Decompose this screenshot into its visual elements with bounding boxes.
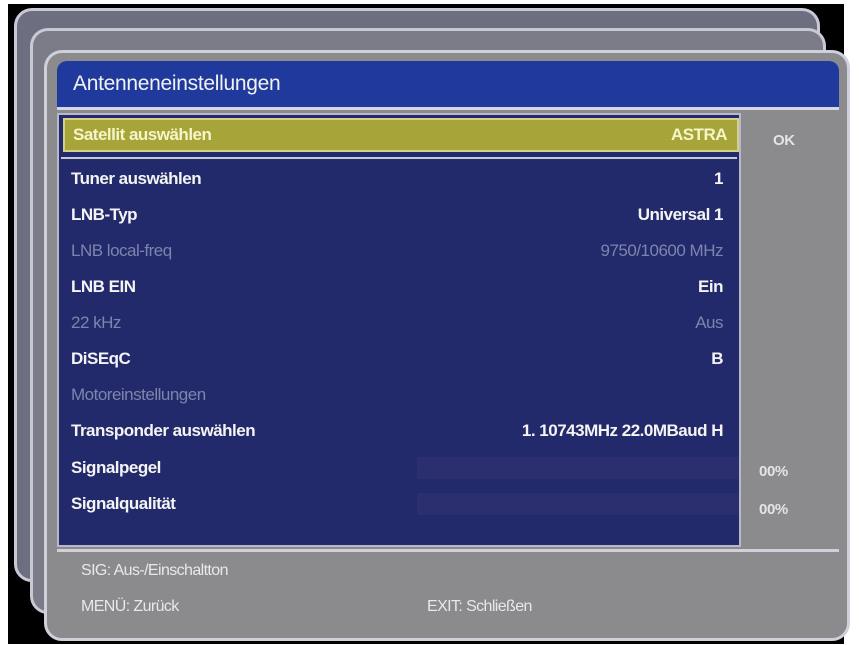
signal-level-label: Signalpegel — [71, 458, 161, 477]
row-value: 9750/10600 MHz — [600, 241, 724, 260]
row-label: Motoreinstellungen — [71, 385, 206, 404]
row-label: LNB local-freq — [71, 241, 172, 260]
row-label: LNB EIN — [71, 277, 136, 296]
title-bar: Antenneneinstellungen — [57, 61, 839, 110]
menu-row-lnb-power[interactable]: LNB EIN Ein — [69, 272, 729, 302]
menu-row-motor-settings: Motoreinstellungen — [69, 380, 729, 410]
dialog-title: Antenneneinstellungen — [73, 72, 281, 95]
antenna-settings-dialog: Antenneneinstellungen Satellit auswählen… — [44, 50, 850, 641]
row-label: 22 kHz — [71, 313, 121, 332]
ok-hint: OK — [773, 132, 795, 149]
menu-row-transponder[interactable]: Transponder auswählen 1. 10743MHz 22.0MB… — [69, 416, 729, 446]
signal-quality-row: Signalqualität — [69, 489, 739, 519]
menu-row-diseqc[interactable]: DiSEqC B — [69, 344, 729, 374]
signal-quality-label: Signalqualität — [71, 494, 176, 513]
row-label: Satellit auswählen — [73, 125, 212, 144]
row-value: B — [711, 349, 723, 368]
signal-quality-bar — [417, 493, 739, 515]
menu-row-lnb-local-freq: LNB local-freq 9750/10600 MHz — [69, 236, 729, 266]
row-value: Ein — [698, 277, 723, 296]
sig-hint: SIG: Aus-/Einschaltton — [81, 562, 228, 579]
row-value: 1 — [714, 169, 723, 188]
exit-hint: EXIT: Schließen — [427, 598, 532, 615]
menu-row-22khz: 22 kHz Aus — [69, 308, 729, 338]
menu-row-lnb-type[interactable]: LNB-Typ Universal 1 — [69, 200, 729, 230]
settings-list: Satellit auswählen ASTRA Tuner auswählen… — [57, 113, 741, 547]
signal-level-percent: 00% — [759, 463, 788, 480]
row-label: LNB-Typ — [71, 205, 138, 224]
row-value: Aus — [695, 313, 723, 332]
menu-back-hint: MENÜ: Zurück — [81, 598, 179, 615]
row-value: 1. 10743MHz 22.0MBaud H — [521, 421, 724, 440]
row-label: Transponder auswählen — [71, 421, 256, 440]
row-value: ASTRA — [670, 125, 728, 144]
row-value: Universal 1 — [637, 205, 724, 224]
menu-row-tuner[interactable]: Tuner auswählen 1 — [69, 164, 729, 194]
signal-level-row: Signalpegel — [69, 453, 739, 483]
help-footer: SIG: Aus-/Einschaltton MENÜ: Zurück EXIT… — [57, 549, 839, 632]
signal-quality-percent: 00% — [759, 501, 788, 518]
divider — [61, 157, 737, 159]
row-label: Tuner auswählen — [71, 169, 202, 188]
row-label: DiSEqC — [71, 349, 131, 368]
signal-level-bar — [417, 457, 739, 479]
menu-row-satellite[interactable]: Satellit auswählen ASTRA — [63, 118, 739, 152]
